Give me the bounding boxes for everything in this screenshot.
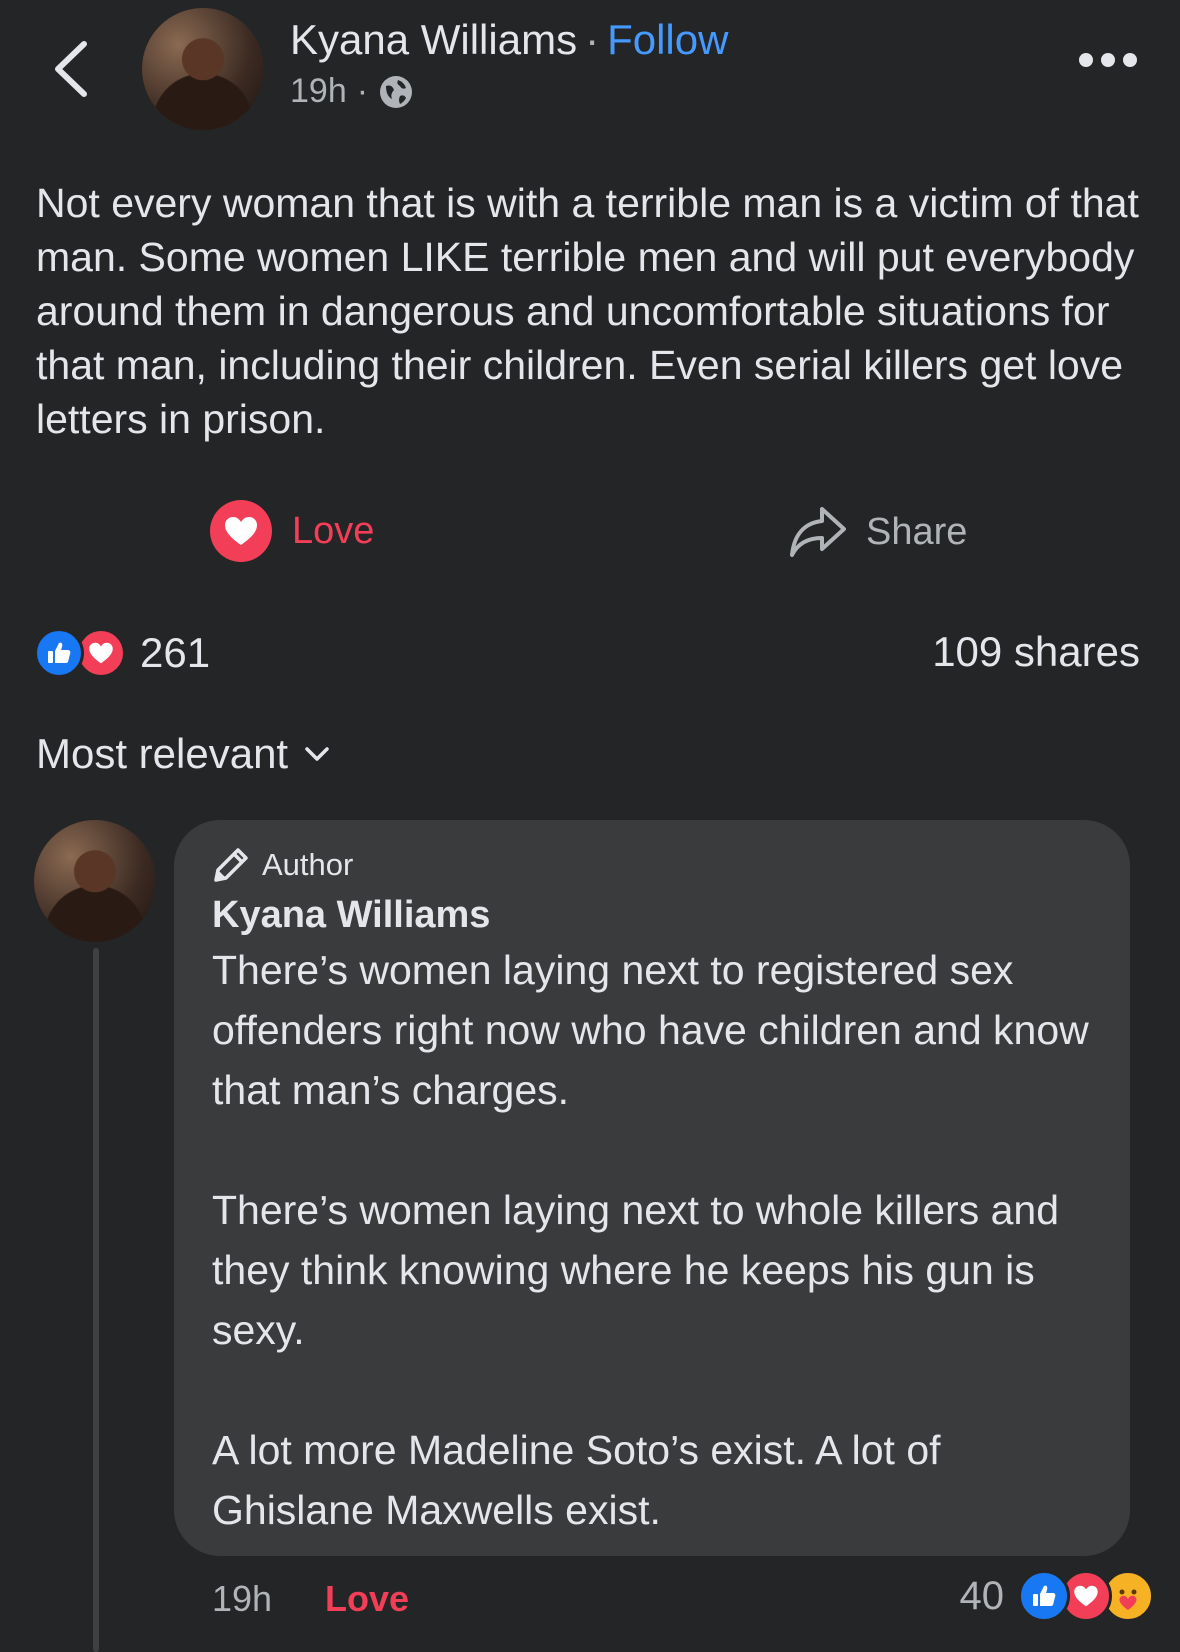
share-button[interactable]: Share [788,505,967,559]
globe-icon [380,75,413,108]
comments-sort-dropdown[interactable]: Most relevant [36,730,330,778]
post-text: Not every woman that is with a terrible … [36,180,1139,442]
share-arrow-icon [790,507,846,557]
pen-icon [214,848,248,882]
post-meta: 19h · [290,72,414,111]
post-header-title: Kyana Williams · Follow [290,16,728,64]
commenter-avatar[interactable] [34,820,156,942]
more-dots-icon[interactable] [1078,52,1138,68]
comment-time[interactable]: 19h [212,1578,272,1620]
author-badge-label: Author [262,847,354,882]
comment-text: There’s women laying next to registered … [212,940,1112,1540]
reaction-count: 261 [140,629,211,676]
meta-separator: · [356,72,369,110]
post-time[interactable]: 19h [290,72,347,111]
share-label: Share [866,510,968,553]
author-avatar[interactable] [142,8,264,130]
separator-dot: · [585,16,600,63]
comment-reaction-summary[interactable]: 40 [959,1570,1154,1622]
author-name[interactable]: Kyana Williams [290,16,577,63]
like-thumb-icon [34,628,84,678]
love-button[interactable]: Love [210,500,374,562]
shares-count[interactable]: 109 shares [932,628,1140,676]
comment-love-button[interactable]: Love [325,1578,409,1620]
thread-line [93,948,99,1652]
comment-reaction-count: 40 [959,1573,1005,1618]
chevron-down-icon [305,747,329,761]
comment-author-name[interactable]: Kyana Williams [212,894,490,937]
like-thumb-icon [1018,1570,1070,1622]
comment-paragraph: A lot more Madeline Soto’s exist. A lot … [212,1427,941,1533]
heart-icon [210,500,272,562]
love-label: Love [292,509,375,552]
back-chevron-icon[interactable] [50,38,94,100]
author-badge: Author [212,846,353,884]
comment-paragraph: There’s women laying next to registered … [212,947,1089,1113]
reaction-summary[interactable]: 261 [34,628,210,678]
comment-paragraph: There’s women laying next to whole kille… [212,1187,1060,1353]
sort-label: Most relevant [36,730,289,777]
follow-button[interactable]: Follow [607,16,728,63]
